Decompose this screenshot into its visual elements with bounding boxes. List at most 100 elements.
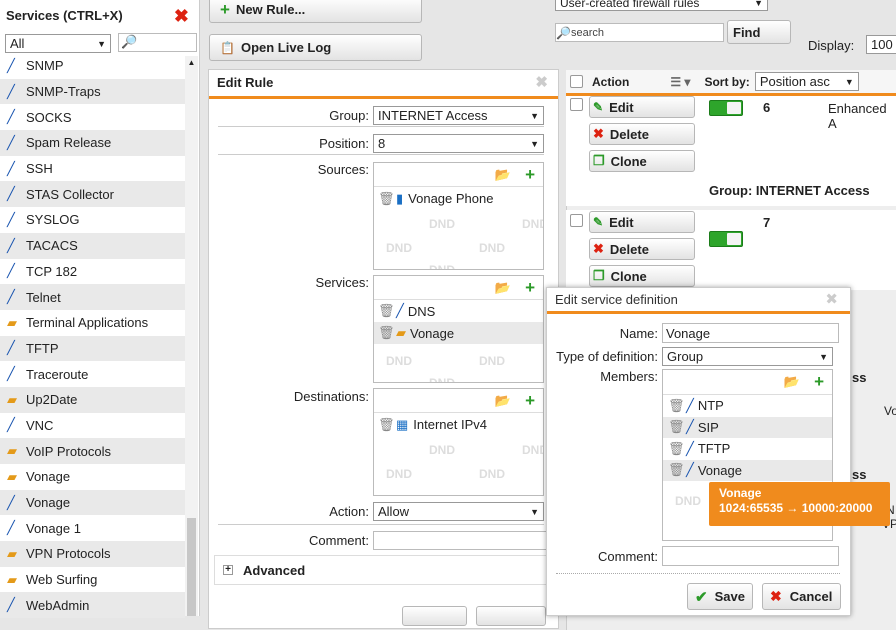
services-list-item[interactable]: ╱ STAS Collector bbox=[0, 181, 185, 208]
services-list-item[interactable]: ╱ VNC bbox=[0, 413, 185, 439]
member-item[interactable]: 🗑 ╱ Vonage bbox=[663, 459, 832, 481]
services-list-item[interactable]: ╱ Vonage 1 bbox=[0, 515, 185, 541]
rule-name: Enhanced A bbox=[828, 101, 887, 131]
edit-button[interactable]: ✎ Edit bbox=[589, 211, 695, 233]
rule-search-input[interactable]: 🔎 search bbox=[555, 23, 724, 42]
edit-button[interactable]: ✎ Edit bbox=[589, 96, 695, 118]
cancel-rule-button[interactable] bbox=[476, 606, 546, 626]
services-list-item[interactable]: ╱ WebAdmin bbox=[0, 592, 185, 619]
close-icon[interactable]: ✖ bbox=[535, 73, 548, 91]
clone-button[interactable]: ❐ Clone bbox=[589, 265, 695, 287]
trash-icon[interactable]: 🗑 bbox=[378, 303, 396, 319]
open-live-log-button[interactable]: 📋 Open Live Log bbox=[209, 34, 422, 61]
folder-icon[interactable]: 📂 bbox=[495, 167, 511, 183]
service-icon: ╱ bbox=[7, 366, 15, 382]
member-item[interactable]: 🗑 ╱ SIP bbox=[663, 416, 832, 438]
services-list-item[interactable]: ╱ TACACS bbox=[0, 232, 185, 259]
column-menu-icon[interactable]: ☰ ▾ bbox=[670, 75, 690, 89]
cancel-button[interactable]: ✖ Cancel bbox=[762, 583, 841, 610]
services-list-item[interactable]: ▰ VoIP Protocols bbox=[0, 438, 185, 464]
dnd-placeholder: DND bbox=[429, 263, 455, 270]
service-icon: ╱ bbox=[686, 397, 694, 413]
services-list-item[interactable]: ▰ VPN Protocols bbox=[0, 541, 185, 567]
services-list-item[interactable]: ╱ TCP 182 bbox=[0, 259, 185, 285]
services-list-item[interactable]: ╱ SSH bbox=[0, 156, 185, 182]
sources-box[interactable]: 📂 + 🗑▮Vonage Phone DND DND DND DND DND bbox=[373, 162, 544, 270]
trash-icon[interactable]: 🗑 bbox=[378, 325, 396, 341]
plus-icon[interactable]: + bbox=[525, 165, 535, 185]
services-list-item[interactable]: ╱ Spam Release bbox=[0, 130, 185, 156]
services-list-item[interactable]: ╱ Vonage bbox=[0, 489, 185, 516]
services-list-item[interactable]: ╱ SYSLOG bbox=[0, 207, 185, 233]
services-list-item[interactable]: ╱ SOCKS bbox=[0, 104, 185, 130]
comment-input[interactable] bbox=[662, 546, 839, 566]
rule-group-heading: Group: INTERNET Access bbox=[709, 183, 870, 198]
dnd-placeholder: DND bbox=[522, 443, 543, 457]
find-button[interactable]: Find bbox=[727, 20, 791, 44]
services-list-item[interactable]: ╱ SNMP bbox=[0, 53, 185, 79]
destinations-box[interactable]: 📂 + 🗑▦Internet IPv4 DND DND DND DND bbox=[373, 388, 544, 496]
member-item[interactable]: 🗑 ╱ TFTP bbox=[663, 438, 832, 460]
services-scrollbar-thumb[interactable] bbox=[187, 518, 196, 616]
services-box[interactable]: 📂 + 🗑 ╱ DNS 🗑 ▰ Vonage DND DND DND bbox=[373, 275, 544, 383]
save-rule-button[interactable] bbox=[402, 606, 467, 626]
advanced-section[interactable]: + Advanced bbox=[214, 555, 554, 585]
action-select[interactable]: Allow ▼ bbox=[373, 502, 544, 521]
trash-icon[interactable]: 🗑 bbox=[668, 398, 686, 414]
trash-icon[interactable]: 🗑 bbox=[668, 441, 686, 457]
services-list-item[interactable]: ▰ Vonage bbox=[0, 464, 185, 490]
services-list-item[interactable]: ╱ Traceroute bbox=[0, 361, 185, 387]
service-item[interactable]: 🗑 ▰ Vonage bbox=[374, 322, 543, 344]
member-item[interactable]: 🗑 ╱ NTP bbox=[663, 395, 832, 417]
services-list-item[interactable]: ╱ SNMP-Traps bbox=[0, 78, 185, 105]
sort-by-select[interactable]: Position asc ▼ bbox=[754, 72, 859, 91]
services-list-item[interactable]: ▰ Terminal Applications bbox=[0, 310, 185, 336]
expand-icon[interactable]: + bbox=[223, 565, 233, 575]
comment-input[interactable] bbox=[373, 531, 548, 550]
delete-button[interactable]: ✖ Delete bbox=[589, 123, 695, 145]
folder-icon[interactable]: 📂 bbox=[495, 393, 511, 409]
sort-by-label: Sort by: bbox=[704, 74, 750, 89]
group-select[interactable]: INTERNET Access ▼ bbox=[373, 106, 544, 125]
type-select[interactable]: Group ▼ bbox=[662, 347, 833, 366]
service-group-icon: ▰ bbox=[7, 468, 17, 484]
plus-icon[interactable]: + bbox=[525, 278, 535, 298]
rule-checkbox[interactable] bbox=[570, 98, 583, 111]
destination-item[interactable]: 🗑 ▦ Internet IPv4 bbox=[374, 413, 543, 436]
close-icon[interactable]: ✖ bbox=[825, 290, 838, 308]
display-count-select[interactable]: 100 bbox=[866, 35, 896, 54]
trash-icon[interactable]: 🗑 bbox=[668, 462, 686, 478]
services-list-item-label: Spam Release bbox=[26, 135, 112, 151]
services-list-item[interactable]: ╱ TFTP bbox=[0, 335, 185, 362]
save-button[interactable]: ✔ Save bbox=[687, 583, 753, 610]
new-rule-button[interactable]: + New Rule... bbox=[209, 0, 422, 23]
rule-enable-toggle[interactable] bbox=[709, 231, 743, 247]
services-list-item-label: Up2Date bbox=[26, 392, 78, 408]
trash-icon[interactable]: 🗑 bbox=[378, 191, 396, 207]
close-icon[interactable]: ✖ bbox=[174, 6, 189, 27]
position-select[interactable]: 8 ▼ bbox=[373, 134, 544, 153]
services-list-item-label: Web Surfing bbox=[26, 572, 98, 588]
services-list-item[interactable]: ▰ Web Surfing bbox=[0, 567, 185, 593]
folder-icon[interactable]: 📂 bbox=[495, 280, 511, 296]
name-input[interactable]: Vonage bbox=[662, 323, 839, 343]
select-all-checkbox[interactable] bbox=[570, 75, 583, 88]
delete-button[interactable]: ✖ Delete bbox=[589, 238, 695, 260]
rule-checkbox[interactable] bbox=[570, 214, 583, 227]
service-item[interactable]: 🗑 ╱ DNS bbox=[374, 300, 543, 322]
rule-enable-toggle[interactable] bbox=[709, 100, 743, 116]
source-item[interactable]: 🗑 ▮ Vonage Phone bbox=[374, 187, 543, 210]
plus-icon[interactable]: + bbox=[525, 391, 535, 411]
plus-icon[interactable]: + bbox=[814, 372, 824, 392]
clone-button[interactable]: ❐ Clone bbox=[589, 150, 695, 172]
folder-icon[interactable]: 📂 bbox=[784, 374, 800, 390]
services-list-item[interactable]: ╱ Telnet bbox=[0, 284, 185, 310]
trash-icon[interactable]: 🗑 bbox=[378, 417, 396, 433]
dialog-title: Edit service definition bbox=[555, 292, 678, 307]
dnd-placeholder: DND bbox=[429, 376, 455, 383]
trash-icon[interactable]: 🗑 bbox=[668, 419, 686, 435]
services-search-input[interactable]: 🔎 bbox=[118, 33, 197, 52]
services-filter-select[interactable]: All ▼ bbox=[5, 34, 111, 53]
services-list-item[interactable]: ▰ Up2Date bbox=[0, 386, 185, 413]
rule-filter-select[interactable]: User-created firewall rules ▼ bbox=[555, 0, 768, 11]
